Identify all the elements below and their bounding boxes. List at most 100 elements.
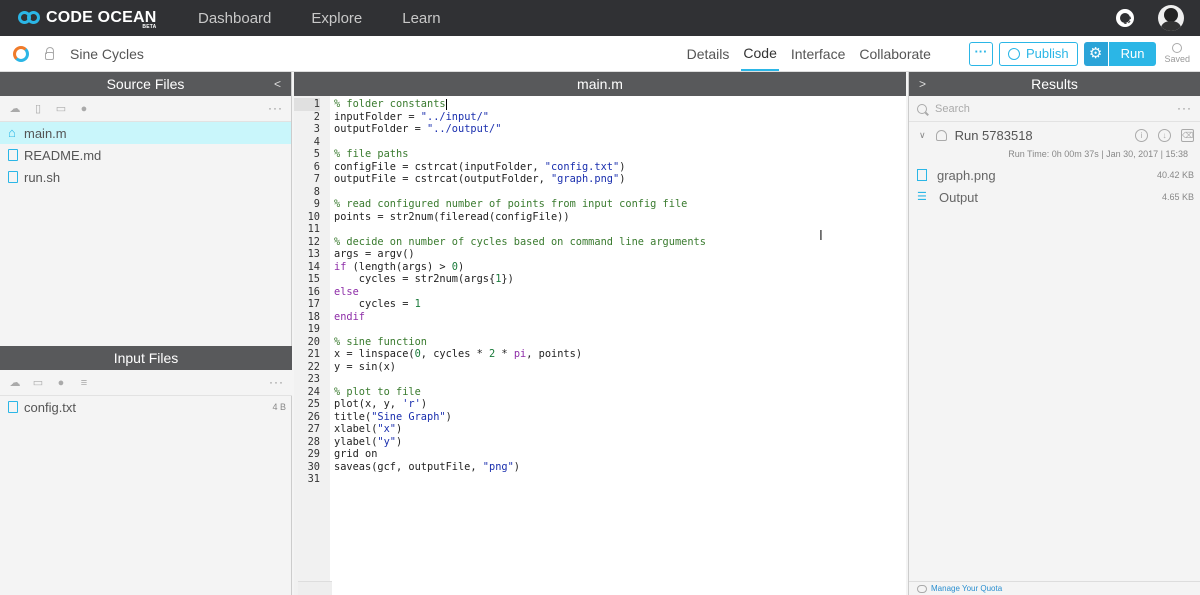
nav-link-dashboard[interactable]: Dashboard <box>198 10 271 27</box>
github-icon[interactable]: ● <box>54 377 68 389</box>
tab-collaborate[interactable]: Collaborate <box>857 38 933 70</box>
nav-link-explore[interactable]: Explore <box>311 10 362 27</box>
line-number: 17 <box>307 298 320 310</box>
publish-button[interactable]: Publish <box>998 41 1078 66</box>
github-icon[interactable]: ● <box>77 103 91 115</box>
results-title: Results <box>1031 76 1078 92</box>
code-line[interactable]: 8 <box>294 186 906 199</box>
database-icon[interactable]: ≡ <box>77 377 91 389</box>
more-horizontal-icon[interactable]: ··· <box>269 375 284 389</box>
file-name: config.txt <box>24 399 77 415</box>
more-options-button[interactable]: ··· <box>968 41 993 66</box>
tab-details[interactable]: Details <box>685 38 732 70</box>
code-text: y = sin(x) <box>334 360 396 373</box>
code-text: if (length(args) > 0) <box>334 260 465 273</box>
file-item-config-txt[interactable]: config.txt 4 B <box>0 396 292 418</box>
nav-link-learn[interactable]: Learn <box>402 10 440 27</box>
logo-text: CODE OCEAN <box>46 9 157 26</box>
result-file-graph-png[interactable]: graph.png 40.42 KB <box>909 164 1200 186</box>
info-icon[interactable]: i <box>1135 128 1148 142</box>
code-line[interactable]: 15 cycles = str2num(args{1}) <box>294 273 906 286</box>
help-lifebuoy-icon[interactable] <box>1116 9 1134 27</box>
line-number: 6 <box>313 160 320 173</box>
horizontal-scrollbar[interactable] <box>298 581 332 595</box>
code-line[interactable]: 25 plot(x, y, 'r') <box>294 398 906 411</box>
tab-code[interactable]: Code <box>741 37 779 71</box>
top-nav: CODE OCEAN BETA Dashboard Explore Learn <box>0 0 1200 36</box>
code-line[interactable]: 21 x = linspace(0, cycles * 2 * pi, point… <box>294 348 906 361</box>
code-line[interactable]: 4 <box>294 136 906 149</box>
code-line[interactable]: 14 if (length(args) > 0) <box>294 261 906 274</box>
code-line[interactable]: 3 outputFolder = "../output/" <box>294 123 906 136</box>
project-name[interactable]: Sine Cycles <box>70 46 144 62</box>
results-search[interactable]: Search ··· <box>909 96 1200 122</box>
code-text: inputFolder = "../input/" <box>334 110 489 123</box>
left-panel: Source Files < ☁ ▯ ▭ ● ··· ⌂ main.m READ… <box>0 72 292 595</box>
collapse-right-chevron-icon[interactable]: > <box>919 72 926 96</box>
quota-label: Manage Your Quota <box>931 583 1003 593</box>
new-file-icon[interactable]: ▯ <box>31 103 45 115</box>
code-line[interactable]: 28 ylabel("y") <box>294 436 906 449</box>
manage-quota-link[interactable]: Manage Your Quota <box>909 581 1200 595</box>
code-line[interactable]: 24 % plot to file <box>294 386 906 399</box>
user-avatar[interactable] <box>1158 5 1184 31</box>
code-line[interactable]: 31 <box>294 473 906 486</box>
more-horizontal-icon[interactable]: ··· <box>268 101 283 115</box>
code-text: % file paths <box>334 148 409 160</box>
code-line[interactable]: 2 inputFolder = "../input/" <box>294 111 906 124</box>
code-line[interactable]: 19 <box>294 323 906 336</box>
code-line[interactable]: 10 points = str2num(fileread(configFile)) <box>294 211 906 224</box>
code-line[interactable]: 27 xlabel("x") <box>294 423 906 436</box>
code-line[interactable]: 18 endif <box>294 311 906 324</box>
project-logo-icon[interactable] <box>13 45 29 62</box>
line-number: 10 <box>307 210 320 223</box>
file-icon <box>8 149 18 161</box>
code-line[interactable]: 1 % folder constants <box>294 98 906 111</box>
code-text: outputFile = cstrcat(outputFolder, "grap… <box>334 173 626 185</box>
code-line[interactable]: 11 <box>294 223 906 236</box>
run-row[interactable]: ∨ Run 5783518 i ↓ ⌫ <box>909 122 1200 148</box>
more-horizontal-icon[interactable]: ··· <box>1177 101 1192 115</box>
new-folder-icon[interactable]: ▭ <box>31 377 45 389</box>
code-text: grid on <box>334 448 378 460</box>
code-line[interactable]: 26 title("Sine Graph") <box>294 411 906 424</box>
code-line[interactable]: 22 y = sin(x) <box>294 361 906 374</box>
download-cloud-icon[interactable]: ↓ <box>1158 128 1171 142</box>
code-line[interactable]: 5 % file paths <box>294 148 906 161</box>
code-line[interactable]: 30 saveas(gcf, outputFile, "png") <box>294 461 906 474</box>
code-text: % sine function <box>334 335 427 348</box>
new-folder-icon[interactable]: ▭ <box>54 103 68 115</box>
result-file-output[interactable]: ☰ Output 4.65 KB <box>909 186 1200 208</box>
settings-gear-button[interactable]: ⚙ <box>1083 41 1108 66</box>
trash-icon[interactable]: ⌫ <box>1181 128 1194 142</box>
upload-cloud-icon[interactable]: ☁ <box>8 103 22 115</box>
tab-interface[interactable]: Interface <box>789 38 847 70</box>
code-line[interactable]: 6 configFile = cstrcat(inputFolder, "conf… <box>294 161 906 174</box>
file-item-run-sh[interactable]: run.sh <box>0 166 291 188</box>
code-line[interactable]: 9 % read configured number of points from… <box>294 198 906 211</box>
code-ocean-logo[interactable]: CODE OCEAN BETA <box>18 9 158 30</box>
file-item-main-m[interactable]: ⌂ main.m <box>0 122 291 144</box>
right-panel: > Results Search ··· ∨ Run 5783518 i ↓ ⌫… <box>908 72 1200 595</box>
run-name: Run 5783518 <box>954 127 1033 143</box>
code-line[interactable]: 12 % decide on number of cycles based on … <box>294 236 906 249</box>
lock-icon[interactable] <box>45 47 54 60</box>
code-line[interactable]: 23 <box>294 373 906 386</box>
collapse-left-chevron-icon[interactable]: < <box>274 72 281 96</box>
run-button[interactable]: Run <box>1108 41 1157 66</box>
user-icon <box>935 129 947 141</box>
code-line[interactable]: 13 args = argv() <box>294 248 906 261</box>
code-line[interactable]: 29 grid on <box>294 448 906 461</box>
editor-filename: main.m <box>577 76 623 92</box>
code-line[interactable]: 17 cycles = 1 <box>294 298 906 311</box>
chevron-down-icon[interactable]: ∨ <box>919 130 926 141</box>
code-text: xlabel("x") <box>334 423 403 435</box>
code-line[interactable]: 7 outputFile = cstrcat(outputFolder, "gra… <box>294 173 906 186</box>
code-editor[interactable]: 1 % folder constants 2 inputFolder = "../in… <box>294 98 906 486</box>
upload-cloud-icon[interactable]: ☁ <box>8 377 22 389</box>
code-line[interactable]: 16 else <box>294 286 906 299</box>
code-line[interactable]: 20 % sine function <box>294 336 906 349</box>
file-item-readme[interactable]: README.md <box>0 144 291 166</box>
line-number: 28 <box>307 435 320 448</box>
search-input[interactable]: Search <box>935 103 970 115</box>
